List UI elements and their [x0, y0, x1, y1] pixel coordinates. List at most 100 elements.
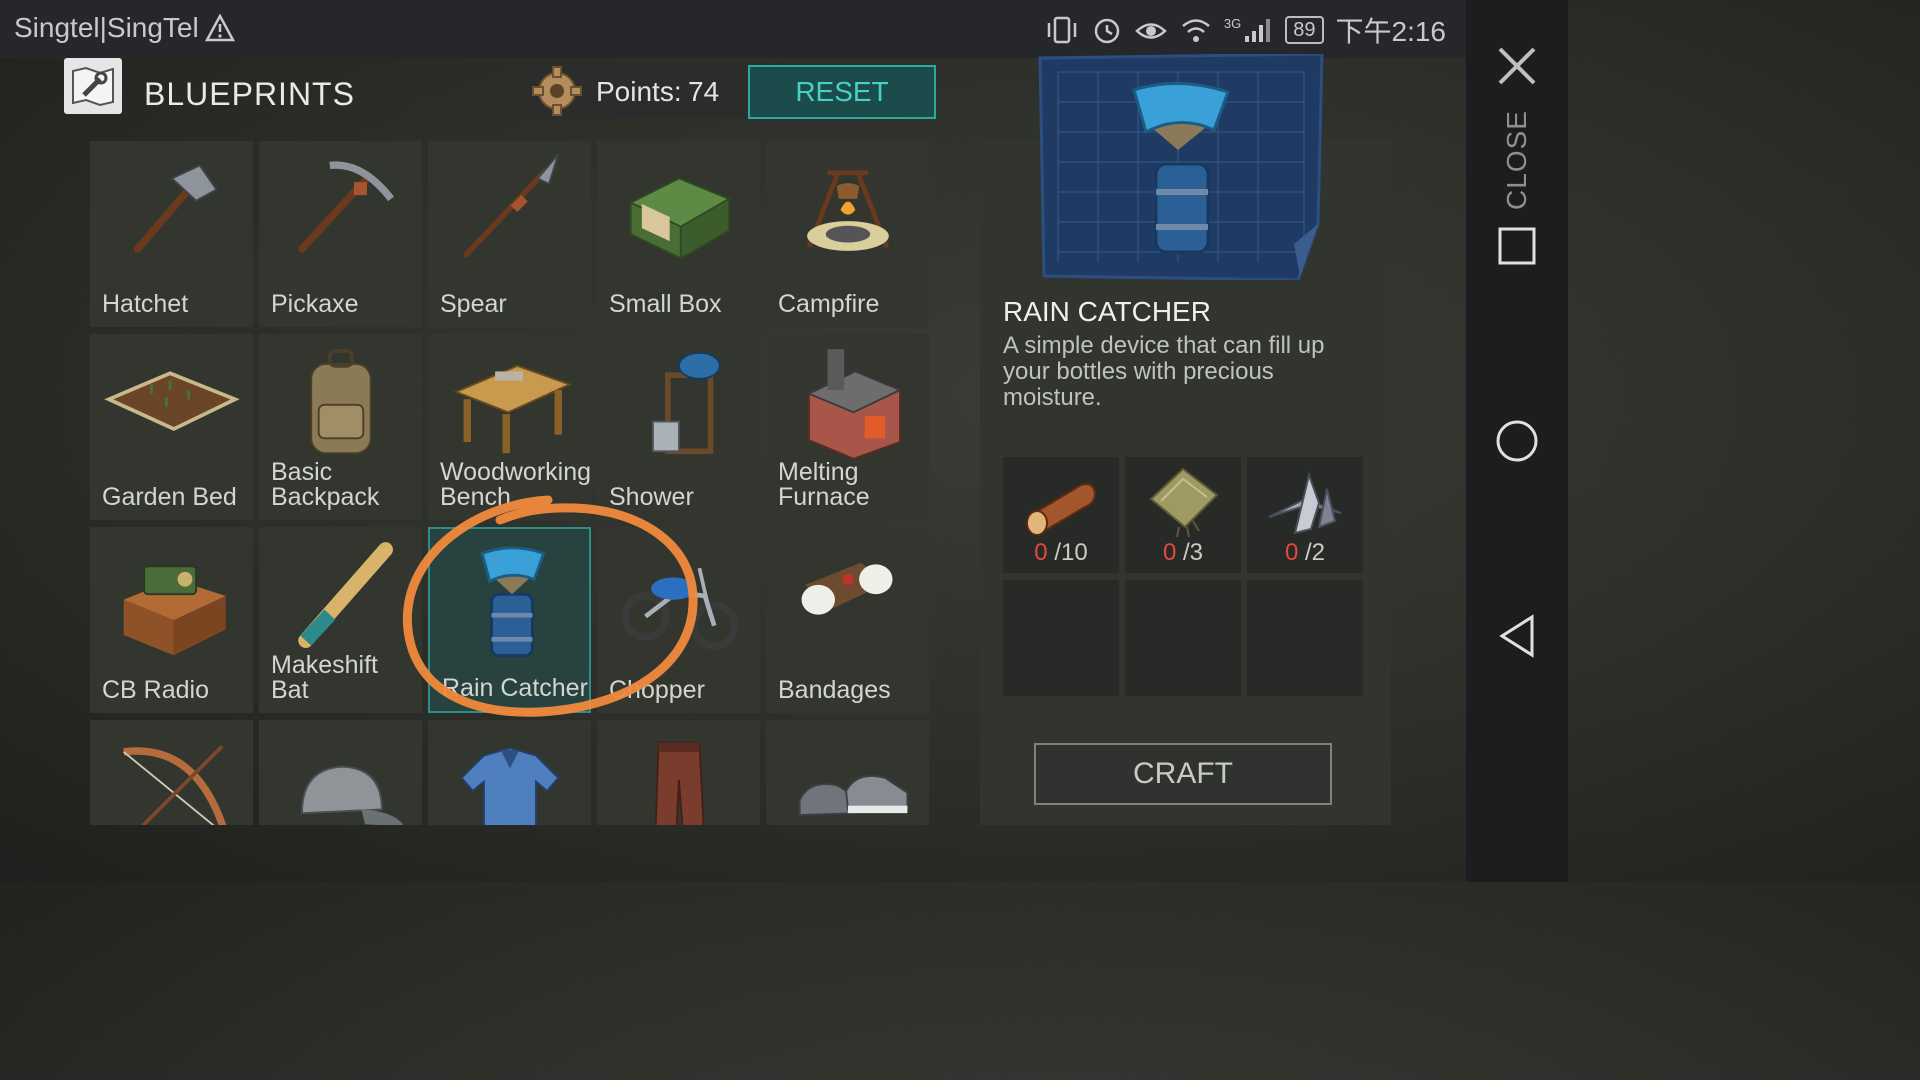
resource-have: 0: [1284, 539, 1299, 566]
detail-description: A simple device that can fill up your bo…: [1003, 332, 1325, 411]
spear-icon: [463, 153, 560, 258]
blueprint-tile[interactable]: Spear: [428, 141, 591, 327]
points-value: 74: [688, 76, 720, 107]
resource-have: 0: [1034, 539, 1048, 566]
blueprint-tile[interactable]: Campfire: [766, 141, 929, 327]
blueprint-tile[interactable]: Bandages: [766, 527, 929, 713]
carrier-label: Singtel|SingTel: [14, 12, 199, 43]
blueprint-tile[interactable]: Melting Furnace: [766, 334, 929, 520]
blueprint-label: CB Radio: [102, 676, 209, 704]
blueprint-label: Basic Backpack: [271, 458, 380, 511]
backpack-icon: [310, 349, 372, 455]
blueprint-tile[interactable]: Garden Bed: [90, 334, 253, 520]
blueprint-label: Pickaxe: [271, 290, 359, 318]
blueprint-tile[interactable]: Basic Backpack: [259, 334, 422, 520]
resource-count: 0 /2: [1247, 539, 1363, 567]
workbench-icon: [453, 364, 572, 454]
blueprint-tile[interactable]: Woodworking Bench: [428, 334, 591, 520]
carrier: Singtel|SingTel: [14, 12, 235, 44]
blueprint-tile[interactable]: [597, 720, 760, 825]
blueprint-label: Bandages: [778, 676, 891, 704]
triangle-back-icon: [1499, 614, 1534, 658]
resource-have: 0: [1162, 539, 1177, 566]
close-icon: [1498, 47, 1536, 85]
blueprint-tile[interactable]: Rain Catcher: [428, 527, 591, 713]
rain-catcher-blueprint-image: [1038, 54, 1324, 280]
close-label-button[interactable]: CLOSE: [1466, 110, 1568, 210]
blueprint-tile[interactable]: Pickaxe: [259, 141, 422, 327]
resource-need: /10: [1054, 539, 1088, 566]
status-icons: 3G 89 下午2:16: [1044, 10, 1446, 50]
close-label: CLOSE: [1501, 110, 1532, 210]
bow-icon: [123, 744, 227, 825]
status-bar: Singtel|SingTel 3G 89 下午2:16: [0, 0, 1568, 58]
resource-slot[interactable]: 0 /3: [1125, 457, 1241, 573]
resource-need: /2: [1305, 539, 1326, 566]
blueprint-tile[interactable]: CB Radio: [90, 527, 253, 713]
page-title: BLUEPRINTS: [144, 76, 355, 112]
eye-icon: [1135, 23, 1167, 39]
blueprint-label: Rain Catcher: [442, 674, 588, 702]
empty-resource-slot: [1125, 580, 1241, 696]
blueprint-tile[interactable]: Hatchet: [90, 141, 253, 327]
recent-apps-button[interactable]: [1466, 226, 1568, 266]
blueprint-tile[interactable]: Small Box: [597, 141, 760, 327]
blueprint-tile[interactable]: [90, 720, 253, 825]
shirt-icon: [460, 747, 560, 825]
gear-icon: [532, 66, 582, 116]
blueprint-grid: Hatchet Pickaxe Spear Small Box Campfire Gard…: [90, 141, 932, 825]
clock: 下午2:16: [1335, 16, 1447, 47]
blueprint-tile[interactable]: [259, 720, 422, 825]
campfire-icon: [806, 170, 890, 251]
signal-bars-icon: [1245, 19, 1271, 42]
resource-need: /3: [1183, 539, 1204, 566]
blueprint-tile[interactable]: Chopper: [597, 527, 760, 713]
back-button[interactable]: [1466, 612, 1568, 660]
points-label: Points:: [596, 76, 682, 107]
blueprint-label: Melting Furnace: [778, 458, 870, 511]
rain-catcher-icon: [480, 546, 546, 657]
pickaxe-icon: [298, 161, 395, 253]
network-type: 3G: [1223, 16, 1242, 31]
bat-icon: [298, 542, 393, 648]
sneakers-icon: [798, 774, 909, 816]
log-icon: [1026, 483, 1097, 536]
blueprint-tile[interactable]: [428, 720, 591, 825]
circle-icon: [1496, 420, 1538, 462]
furnace-icon: [806, 349, 903, 460]
radio-icon: [123, 540, 226, 656]
cap-icon: [301, 765, 404, 825]
home-button[interactable]: [1466, 418, 1568, 464]
resource-count: 0 /10: [1003, 539, 1119, 567]
craft-button[interactable]: CRAFT: [1034, 743, 1332, 805]
square-icon: [1498, 227, 1536, 265]
small-box-icon: [628, 177, 732, 260]
blueprint-label: Makeshift Bat: [271, 651, 378, 704]
blueprint-label: Chopper: [609, 676, 705, 704]
resource-slot[interactable]: 0 /10: [1003, 457, 1119, 573]
blueprint-label: Small Box: [609, 290, 722, 318]
warning-icon: [204, 14, 235, 42]
blueprint-label: Spear: [440, 290, 507, 318]
blueprint-tile[interactable]: [766, 720, 929, 825]
resource-slot[interactable]: 0 /2: [1247, 457, 1363, 573]
blueprint-icon: [64, 58, 122, 114]
blueprint-label: Woodworking Bench: [440, 458, 592, 511]
resource-count: 0 /3: [1125, 539, 1241, 567]
garden-bed-icon: [104, 371, 240, 432]
close-button[interactable]: [1466, 44, 1568, 88]
battery-indicator: 89: [1285, 16, 1324, 44]
metal-scrap-icon: [1268, 471, 1342, 535]
bandages-icon: [801, 562, 893, 615]
blueprint-tile[interactable]: Shower: [597, 334, 760, 520]
reset-button[interactable]: RESET: [748, 65, 936, 119]
hatchet-icon: [133, 164, 218, 253]
blueprint-label: Hatchet: [102, 290, 189, 318]
blueprint-label: Garden Bed: [102, 483, 237, 511]
detail-title: RAIN CATCHER: [1003, 296, 1211, 327]
blueprint-tile[interactable]: Makeshift Bat: [259, 527, 422, 713]
cloth-icon: [1149, 467, 1219, 538]
blueprint-label: Campfire: [778, 290, 880, 318]
alarm-icon: [1094, 18, 1120, 44]
shower-icon: [652, 351, 721, 455]
